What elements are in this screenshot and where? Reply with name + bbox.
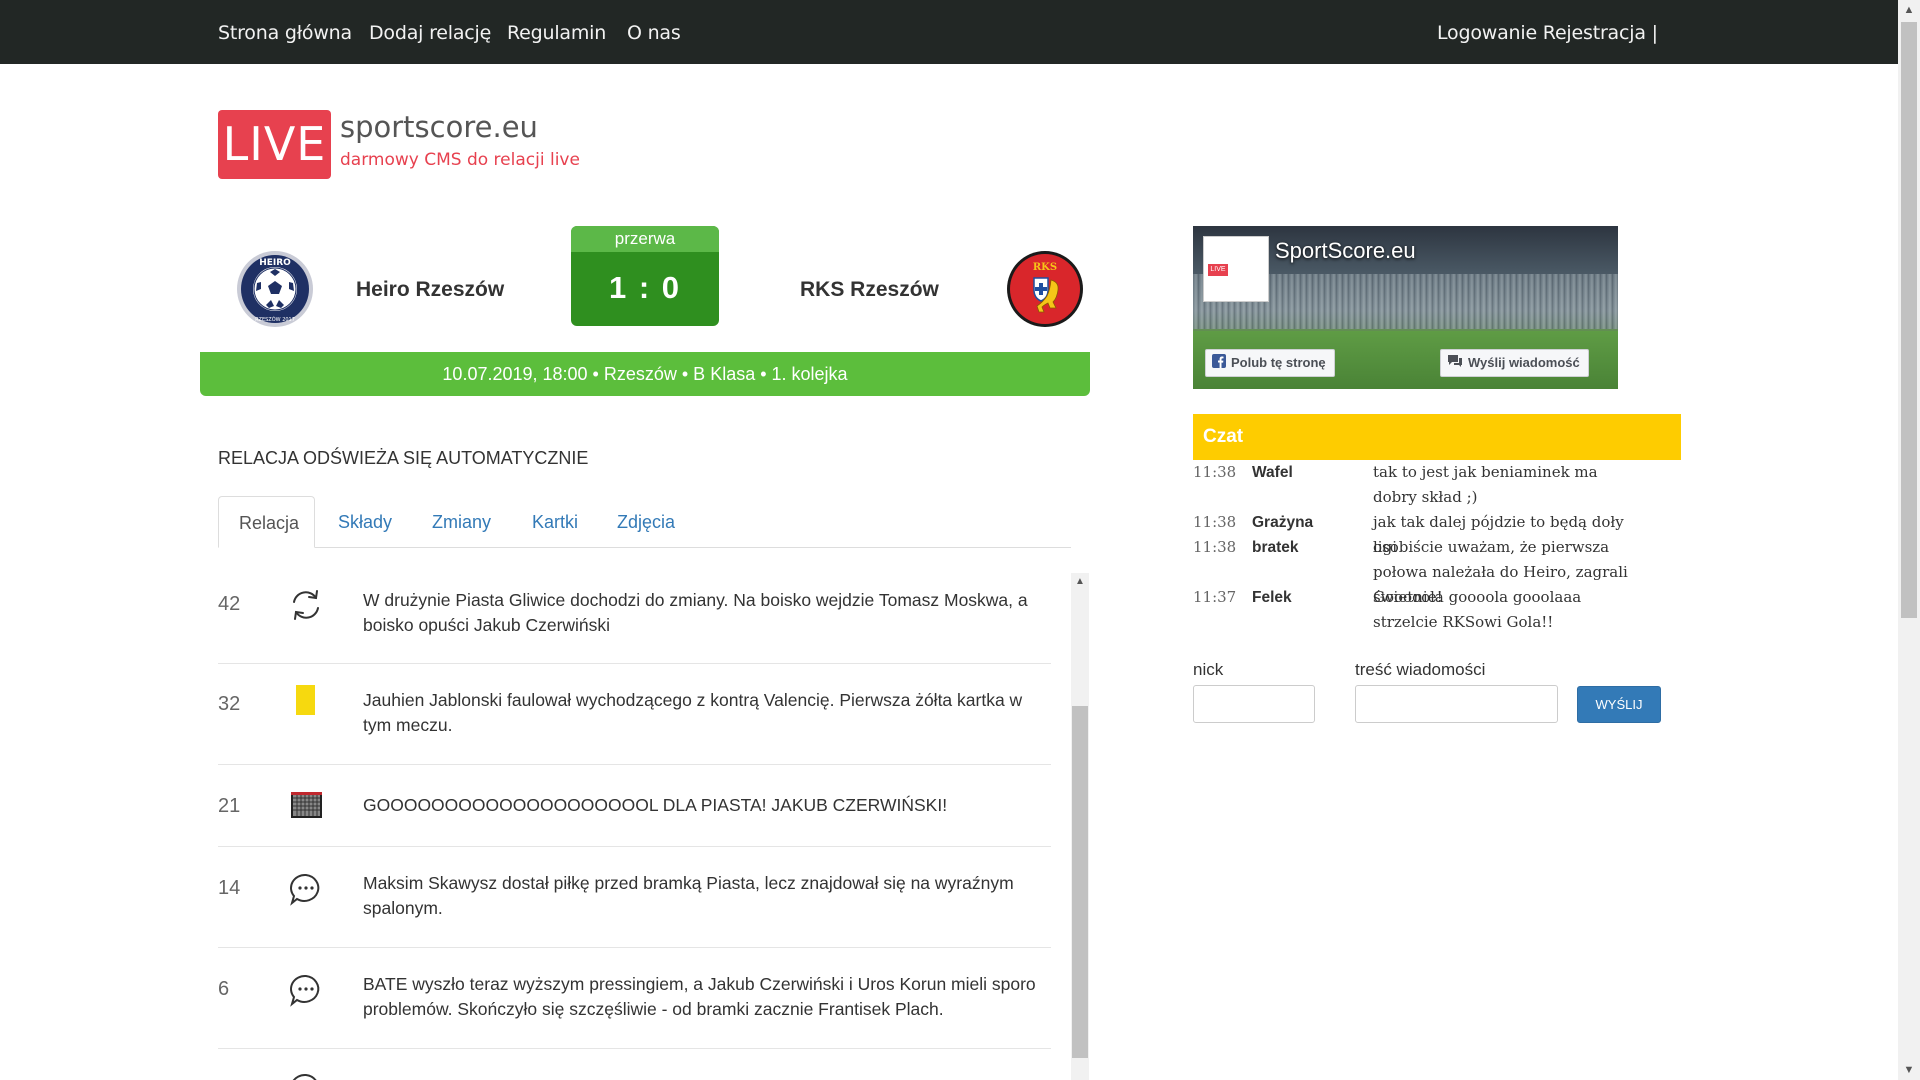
page-scrollbar-thumb[interactable] — [1901, 22, 1917, 618]
chat-header: Czat — [1193, 414, 1681, 460]
chat-nick: Felek — [1252, 589, 1292, 606]
fb-page-title[interactable]: SportScore.eu — [1275, 238, 1416, 264]
facebook-icon — [1212, 351, 1226, 377]
comment-icon — [288, 1071, 324, 1080]
live-logo-badge[interactable]: LIVE — [218, 110, 331, 179]
nick-label: nick — [1193, 660, 1224, 679]
scoreboard: przerwa 1 : 0 — [571, 226, 719, 326]
match-score: 1 : 0 — [608, 270, 682, 305]
comment-icon — [288, 972, 324, 1008]
event-minute: 42 — [218, 593, 241, 615]
tab-zdjecia[interactable]: Zdjęcia — [597, 496, 695, 548]
home-crest-text: HEIRO — [259, 258, 291, 268]
event-text: BATE wyszło teraz wyższym pressingiem, a… — [363, 974, 1036, 1019]
top-navbar: Strona główna Dodaj relację Regulamin O … — [0, 0, 1898, 64]
event-row: 32 Jauhien Jablonski faulował wychodzące… — [218, 664, 1051, 765]
event-text: Jauhien Jablonski faulował wychodzącego … — [363, 690, 1023, 735]
substitution-icon — [288, 587, 324, 623]
tab-zmiany[interactable]: Zmiany — [412, 496, 511, 548]
nav-about-link[interactable]: O nas — [627, 22, 681, 44]
match-status: przerwa — [571, 226, 719, 252]
event-minute: 32 — [218, 693, 241, 715]
site-tagline: darmowy CMS do relacji live — [340, 150, 580, 170]
nav-add-report-link[interactable]: Dodaj relację — [369, 22, 491, 44]
event-feed[interactable]: 42 W drużynie Piasta Gliwice dochodzi do… — [218, 573, 1071, 1080]
event-text: Maksim Skawysz dostał piłkę przed bramką… — [363, 873, 1014, 918]
event-minute: 21 — [218, 795, 241, 817]
scroll-up-arrow-icon[interactable]: ▲ — [1898, 0, 1920, 20]
away-team-name: RKS Rzeszów — [800, 278, 939, 301]
nav-rules-link[interactable]: Regulamin — [507, 22, 606, 44]
tab-relacja[interactable]: Relacja — [218, 496, 315, 548]
chat-nick: Wafel — [1252, 464, 1293, 481]
event-text: GOOOOOOOOOOOOOOOOOOOOL DLA PIASTA! JAKUB… — [363, 795, 948, 815]
fb-message-label: Wyślij wiadomość — [1468, 355, 1580, 370]
chat-text: Gooooola goooola gooolaaa strzelcie RKSo… — [1373, 588, 1582, 631]
fb-like-button[interactable]: Polub tę stronę — [1205, 349, 1335, 377]
event-minute: 14 — [218, 877, 241, 899]
chat-time: 11:38 — [1193, 463, 1237, 481]
event-text: W drużynie Piasta Gliwice dochodzi do zm… — [363, 590, 1028, 635]
event-row: 14 Maksim Skawysz dostał piłkę przed bra… — [218, 847, 1051, 948]
home-team-crest: HEIRO RZESZÓW 2017 — [236, 250, 314, 328]
yellow-card-icon — [288, 682, 324, 718]
event-row: 6 BATE wyszło teraz wyższym pressingiem,… — [218, 948, 1051, 1049]
fb-thumb-live-badge: LIVE — [1208, 264, 1228, 276]
tab-kartki[interactable]: Kartki — [512, 496, 598, 548]
facebook-page-widget[interactable]: LIVE SportScore.eu Polub tę stronę Wyśli… — [1193, 226, 1618, 389]
message-bubble-icon — [1447, 351, 1463, 377]
send-button[interactable]: WYŚLIJ — [1577, 686, 1661, 723]
message-label: treść wiadomości — [1355, 660, 1486, 679]
chat-nick: Grażyna — [1252, 514, 1314, 531]
nav-auth-links[interactable]: Logowanie Rejestracja | — [1437, 22, 1658, 44]
fb-like-label: Polub tę stronę — [1231, 355, 1326, 370]
auto-refresh-notice: RELACJA ODŚWIEŻA SIĘ AUTOMATYCZNIE — [218, 448, 589, 468]
feed-scrollbar[interactable]: ▲ — [1071, 573, 1089, 1080]
nav-home-link[interactable]: Strona główna — [218, 22, 352, 44]
chat-time: 11:38 — [1193, 513, 1237, 531]
event-row: 21 GOOOOOOOOOOOOOOOOOOOOL DLA PIASTA! JA… — [218, 765, 1051, 847]
message-input[interactable] — [1355, 685, 1558, 723]
home-crest-subtext: RZESZÓW 2017 — [255, 316, 295, 323]
tab-sklady[interactable]: Składy — [318, 496, 412, 548]
chat-text: tak to jest jak beniaminek ma dobry skła… — [1373, 463, 1598, 506]
chat-time: 11:37 — [1193, 588, 1237, 606]
chat-time: 11:38 — [1193, 538, 1237, 556]
fb-message-button[interactable]: Wyślij wiadomość — [1440, 349, 1589, 377]
comment-icon — [288, 871, 324, 907]
feed-scroll-up-icon[interactable]: ▲ — [1071, 573, 1089, 591]
page-scrollbar[interactable]: ▲ ▼ — [1898, 0, 1920, 1080]
match-info-bar: 10.07.2019, 18:00 • Rzeszów • B Klasa • … — [200, 352, 1090, 396]
report-tabs: Relacja Składy Zmiany Kartki Zdjęcia — [218, 496, 1071, 548]
away-crest-text: RKS — [1033, 262, 1057, 273]
nick-input[interactable] — [1193, 685, 1315, 723]
chat-nick: bratek — [1252, 539, 1299, 556]
event-row: 42 W drużynie Piasta Gliwice dochodzi do… — [218, 573, 1051, 664]
home-team-name: Heiro Rzeszów — [356, 278, 505, 301]
goal-net-icon — [288, 788, 324, 824]
scroll-down-arrow-icon[interactable]: ▼ — [1898, 1060, 1920, 1080]
feed-scrollbar-thumb[interactable] — [1072, 706, 1088, 1058]
away-team-crest: RKS — [1006, 250, 1084, 328]
event-minute: 6 — [218, 978, 230, 1000]
fb-page-thumbnail[interactable]: LIVE — [1203, 236, 1269, 302]
site-name[interactable]: sportscore.eu — [340, 110, 538, 144]
event-row — [218, 1049, 1051, 1080]
